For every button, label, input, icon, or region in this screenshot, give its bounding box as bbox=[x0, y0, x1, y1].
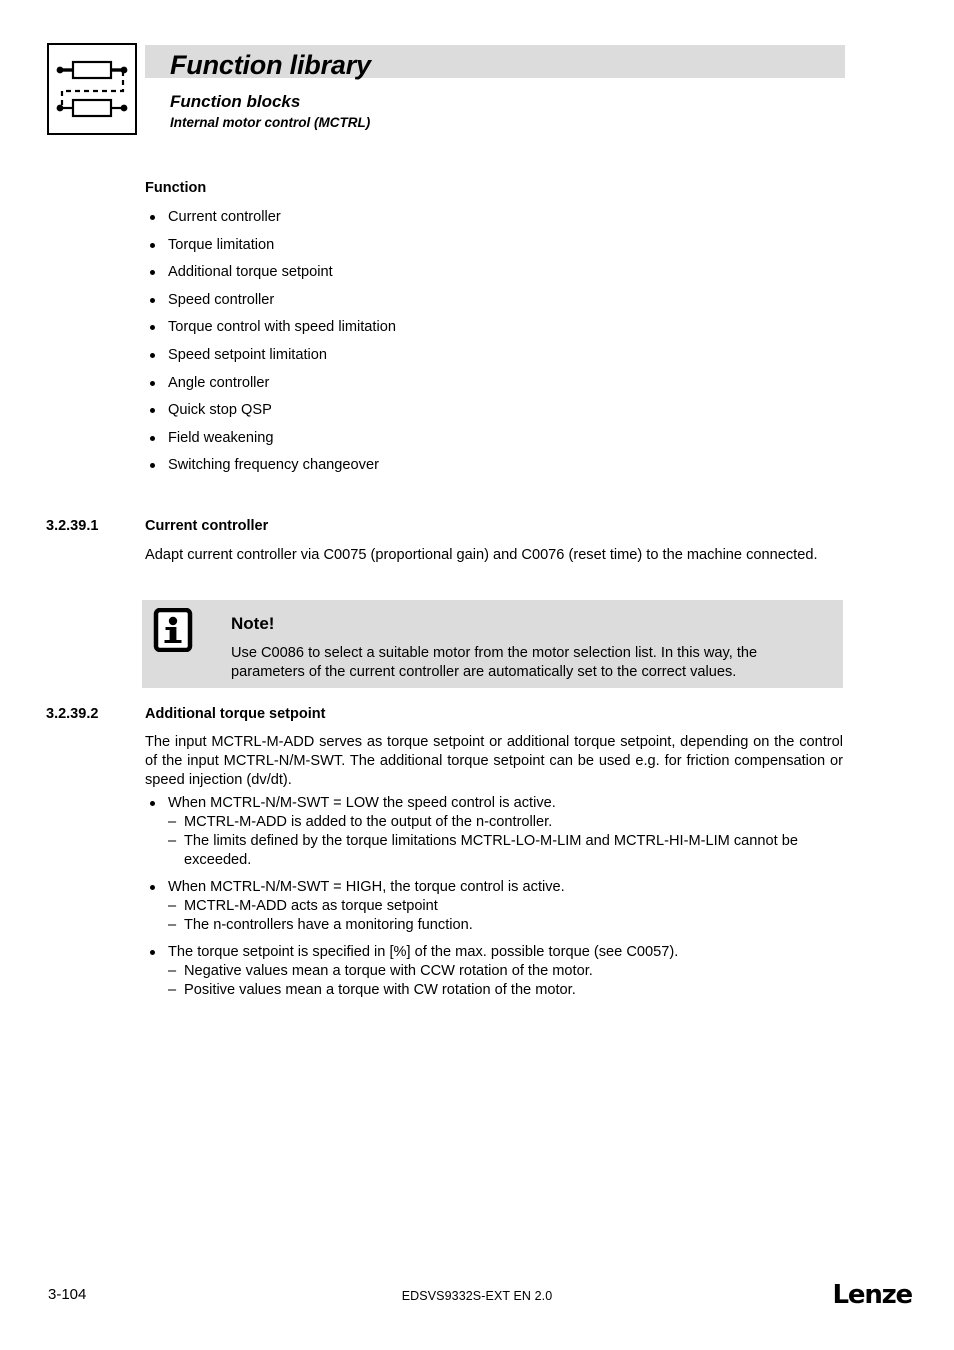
section-paragraph-2: The input MCTRL-M-ADD serves as torque s… bbox=[145, 734, 843, 788]
list-item-label: Switching frequency changeover bbox=[168, 457, 379, 474]
sub-list-item-label: The n-controllers have a monitoring func… bbox=[184, 917, 473, 933]
list-item: Quick stop QSP bbox=[145, 401, 845, 420]
dash-bullet-icon: – bbox=[168, 963, 177, 979]
list-item-label: Additional torque setpoint bbox=[168, 264, 333, 281]
sub-list-item-label: MCTRL-M-ADD is added to the output of th… bbox=[184, 814, 553, 830]
bullet-dot-icon bbox=[150, 242, 155, 248]
section-number-1: 3.2.39.1 bbox=[46, 518, 99, 534]
list-item: Angle controller bbox=[145, 374, 845, 393]
sub-list-item: – The limits defined by the torque limit… bbox=[145, 832, 845, 870]
bullet-dot-icon bbox=[150, 297, 155, 303]
sub-list-item: – MCTRL-M-ADD is added to the output of … bbox=[145, 813, 845, 832]
sub-list-item-label: MCTRL-M-ADD acts as torque setpoint bbox=[184, 898, 438, 914]
dash-bullet-icon: – bbox=[168, 917, 177, 933]
bullet-dot-icon bbox=[150, 435, 155, 441]
list-item-label: Speed controller bbox=[168, 291, 275, 308]
list-item: Torque control with speed limitation bbox=[145, 318, 845, 337]
bullet-dot-icon bbox=[150, 270, 155, 276]
list-item: When MCTRL-N/M-SWT = LOW the speed contr… bbox=[145, 794, 845, 813]
list-item-label: Current controller bbox=[168, 209, 281, 225]
header-subtitle: Function blocks bbox=[170, 92, 301, 111]
list-item: Switching frequency changeover bbox=[145, 456, 845, 475]
bullet-dot-icon bbox=[150, 325, 155, 331]
list-item: Current controller bbox=[145, 208, 845, 227]
bullet-dot-icon bbox=[150, 463, 155, 469]
dash-bullet-icon: – bbox=[168, 898, 177, 914]
bullet-dot-icon bbox=[150, 950, 155, 955]
bullet-dot-icon bbox=[150, 380, 155, 386]
list-item-label: Angle controller bbox=[168, 374, 270, 391]
dash-bullet-icon: – bbox=[168, 814, 177, 830]
function-heading: Function bbox=[145, 180, 207, 196]
note-box: Note! Use C0086 to select a suitable mot… bbox=[142, 600, 843, 688]
sub-list-item: – The n-controllers have a monitoring fu… bbox=[145, 916, 845, 935]
list-item: Field weakening bbox=[145, 429, 845, 448]
function-list: Current controller Torque limitation Add… bbox=[145, 208, 845, 484]
sub-list-item-label: The limits defined by the torque limitat… bbox=[184, 833, 798, 868]
page-footer: 3-104 EDSVS9332S-EXT EN 2.0 Lenze bbox=[0, 1280, 954, 1326]
list-item: Additional torque setpoint bbox=[145, 263, 845, 282]
section-title-1: Current controller bbox=[145, 518, 269, 534]
bullet-dot-icon bbox=[150, 215, 155, 220]
header-title: Function library bbox=[170, 50, 371, 80]
section-paragraph-1: Adapt current controller via C0075 (prop… bbox=[145, 547, 818, 563]
dash-bullet-icon: – bbox=[168, 833, 177, 849]
list-item: Torque limitation bbox=[145, 236, 845, 255]
note-text: Use C0086 to select a suitable motor fro… bbox=[231, 645, 758, 680]
list-item-label: The torque setpoint is specified in [%] … bbox=[168, 944, 679, 960]
dash-bullet-icon: – bbox=[168, 982, 177, 998]
page-header: Function library Function blocks Interna… bbox=[0, 0, 954, 150]
section-number-2: 3.2.39.2 bbox=[46, 706, 99, 722]
list-item-label: Torque control with speed limitation bbox=[168, 319, 396, 336]
list-item: The torque setpoint is specified in [%] … bbox=[145, 943, 845, 962]
list-item-label: Quick stop QSP bbox=[168, 402, 272, 419]
list-item: Speed controller bbox=[145, 291, 845, 310]
list-item-label: Torque limitation bbox=[168, 236, 275, 253]
function-block-logo-icon bbox=[47, 43, 137, 135]
sub-list-item: – Positive values mean a torque with CW … bbox=[145, 981, 845, 1000]
header-subsubtitle: Internal motor control (MCTRL) bbox=[170, 115, 371, 130]
sub-list-item-label: Positive values mean a torque with CW ro… bbox=[184, 982, 576, 998]
sub-list-item: – Negative values mean a torque with CCW… bbox=[145, 962, 845, 981]
list-item-label: When MCTRL-N/M-SWT = HIGH, the torque co… bbox=[168, 879, 565, 895]
bullet-dot-icon bbox=[150, 408, 155, 414]
info-icon bbox=[153, 608, 193, 652]
list-item: When MCTRL-N/M-SWT = HIGH, the torque co… bbox=[145, 878, 845, 897]
section-2-bullet-list: When MCTRL-N/M-SWT = LOW the speed contr… bbox=[145, 794, 845, 1000]
sub-list-item: – MCTRL-M-ADD acts as torque setpoint bbox=[145, 897, 845, 916]
note-title: Note! bbox=[231, 614, 275, 633]
list-item-label: Speed setpoint limitation bbox=[168, 346, 328, 363]
bullet-dot-icon bbox=[150, 885, 155, 890]
lenze-logo: Lenze bbox=[832, 1280, 914, 1310]
bullet-dot-icon bbox=[150, 801, 155, 806]
list-item-label: When MCTRL-N/M-SWT = LOW the speed contr… bbox=[168, 795, 556, 811]
sub-list-item-label: Negative values mean a torque with CCW r… bbox=[184, 963, 593, 979]
list-item-label: Field weakening bbox=[168, 429, 274, 446]
bullet-dot-icon bbox=[150, 352, 155, 358]
two-function-blocks-diagram-icon bbox=[56, 60, 128, 118]
list-item: Speed setpoint limitation bbox=[145, 346, 845, 365]
section-title-2: Additional torque setpoint bbox=[145, 706, 326, 722]
document-id: EDSVS9332S-EXT EN 2.0 bbox=[401, 1289, 553, 1303]
